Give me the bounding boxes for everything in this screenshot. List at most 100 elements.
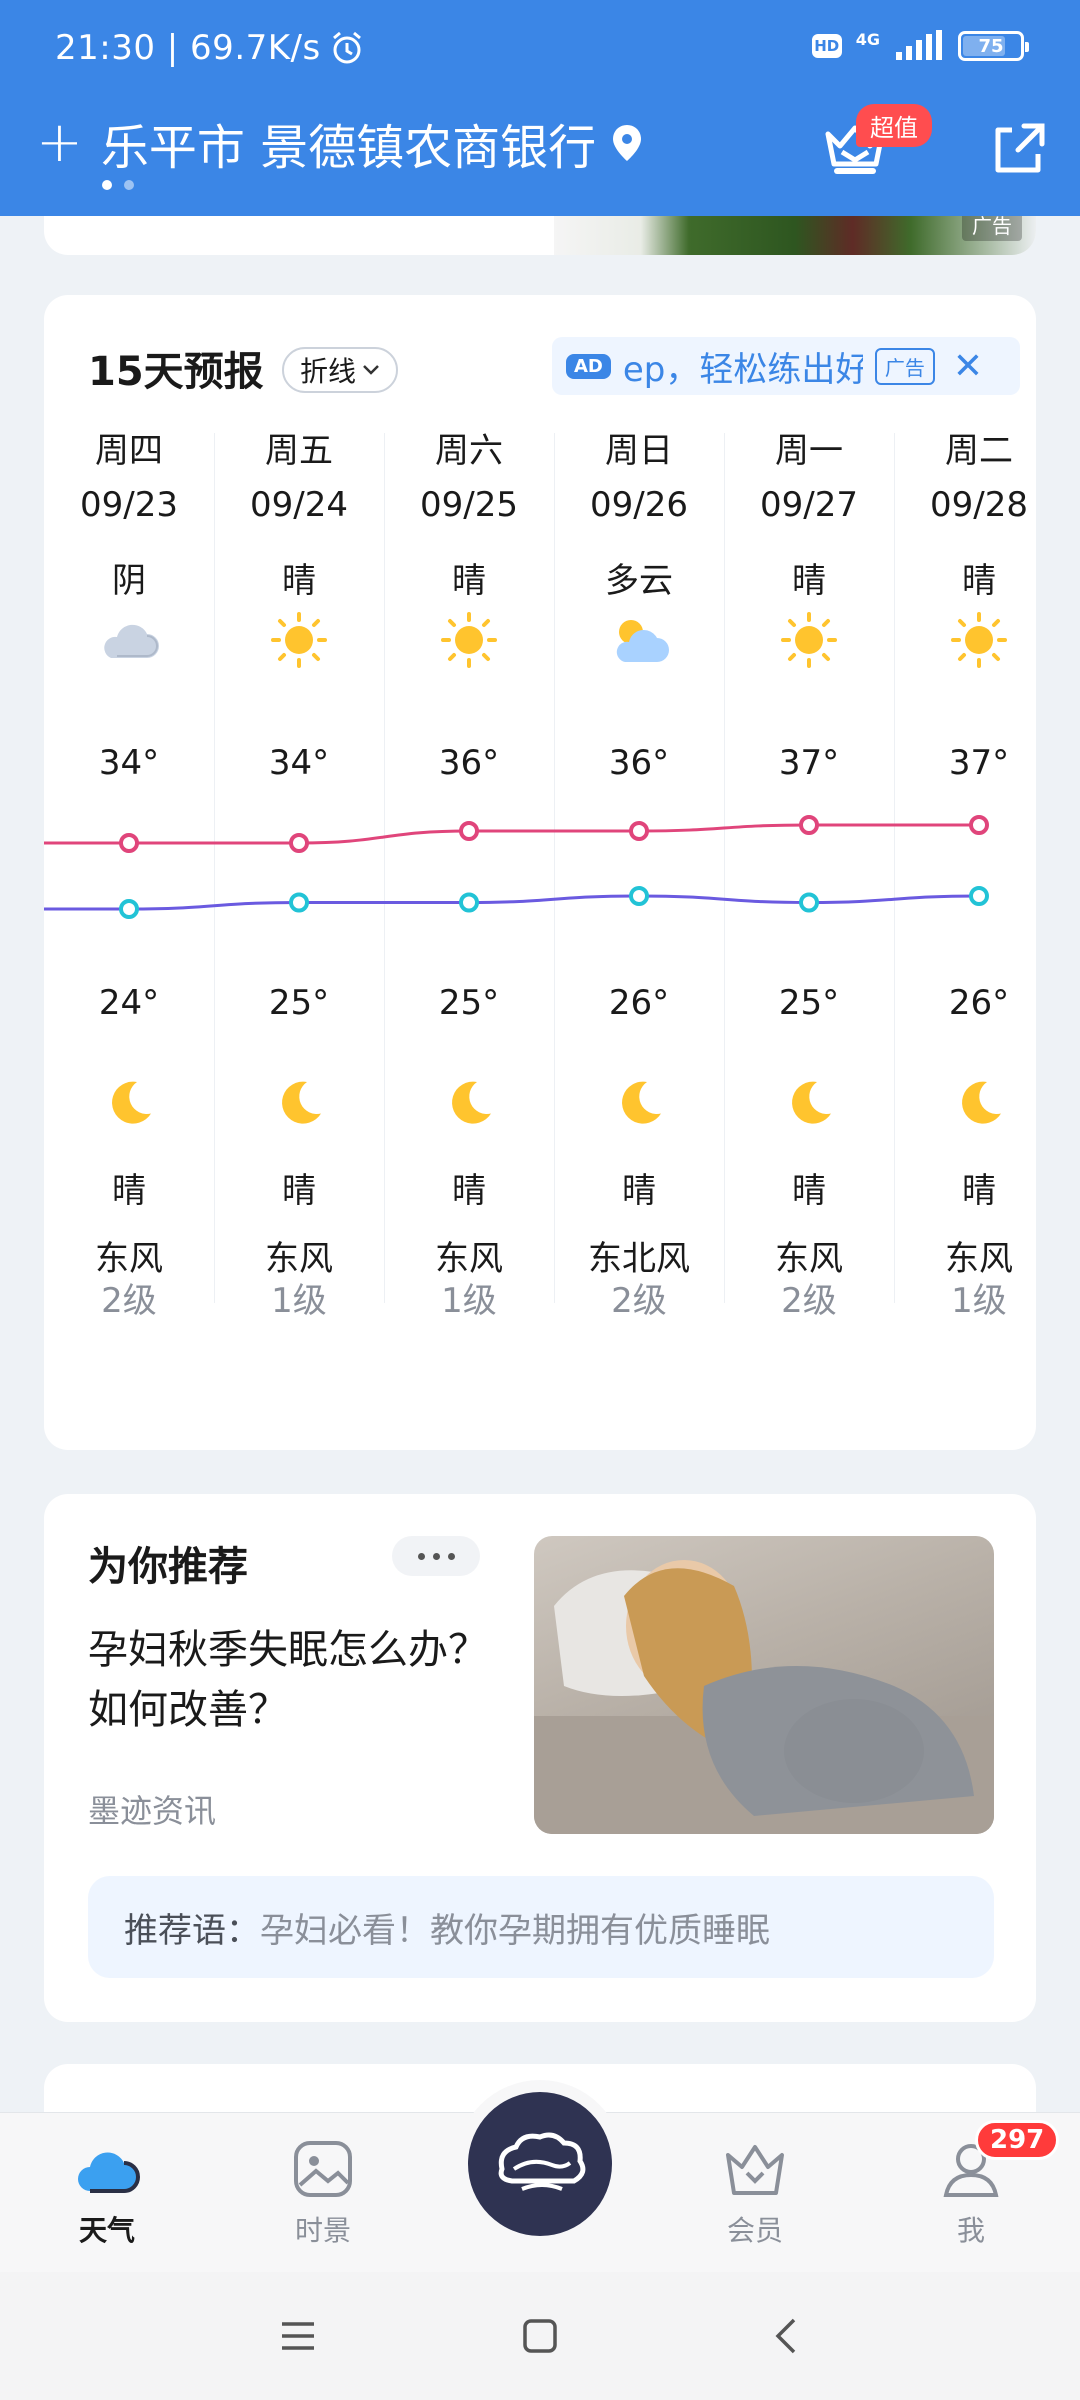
low-temp: 25° xyxy=(778,983,840,1023)
signal-icon xyxy=(896,30,942,60)
moon-icon xyxy=(792,1081,831,1124)
wind-level: 1级 xyxy=(441,1281,497,1321)
forecast-ad-banner[interactable]: AD ep，轻松练出好 广告 ✕ xyxy=(552,337,1020,395)
location-bar[interactable]: + 乐平市 景德镇农商银行 xyxy=(36,108,644,178)
wind-level: 1级 xyxy=(951,1281,1007,1321)
day-condition: 晴 xyxy=(962,561,996,601)
hd-badge: HD xyxy=(811,34,842,58)
wind-level: 2级 xyxy=(611,1281,667,1321)
recommend-quote: 推荐语： 孕妇必看！教你孕期拥有优质睡眠 xyxy=(88,1876,994,1978)
location-name[interactable]: 乐平市 景德镇农商银行 xyxy=(101,108,596,178)
close-icon[interactable]: ✕ xyxy=(953,346,983,387)
high-temp: 37° xyxy=(948,743,1010,783)
tab-scenery-label: 时景 xyxy=(294,2214,351,2247)
tab-me-label: 我 xyxy=(956,2214,985,2247)
image-icon xyxy=(294,2141,352,2197)
high-temp: 34° xyxy=(268,743,330,783)
date: 09/24 xyxy=(250,485,348,525)
notification-badge: 297 xyxy=(975,2120,1060,2160)
day-condition: 多云 xyxy=(605,561,673,601)
low-temp: 24° xyxy=(98,983,160,1023)
menu-icon[interactable] xyxy=(274,2312,322,2360)
weekday: 周四 xyxy=(95,431,163,471)
chart-style-label: 折线 xyxy=(300,355,357,388)
crown-icon xyxy=(726,2145,784,2195)
day-condition: 晴 xyxy=(452,561,486,601)
status-bar-right: HD 4G 75 xyxy=(811,29,1029,62)
tab-weather[interactable]: 天气 xyxy=(37,2137,177,2249)
cloud-icon xyxy=(104,624,159,658)
high-temp: 36° xyxy=(438,743,500,783)
ad-badge: AD xyxy=(566,353,611,379)
cloud-icon xyxy=(78,2152,140,2193)
weekday: 周二 xyxy=(945,431,1013,471)
date: 09/25 xyxy=(420,485,518,525)
city-page-indicator xyxy=(102,180,134,190)
tab-member[interactable]: 会员 xyxy=(685,2137,825,2249)
location-pin-icon xyxy=(613,125,642,161)
forecast-day-2[interactable]: 周六 09/25 晴 36° 25° 晴东风 1级 xyxy=(384,423,555,1321)
weekday: 周日 xyxy=(605,431,673,471)
quote-label: 推荐语： xyxy=(124,1910,260,1951)
quote-text: 孕妇必看！教你孕期拥有优质睡眠 xyxy=(260,1910,770,1951)
wind-level: 2级 xyxy=(781,1281,837,1321)
status-bar-left: 21:30 | 69.7K/s xyxy=(55,28,365,68)
weekday: 周六 xyxy=(435,431,503,471)
chevron-down-icon xyxy=(363,365,379,375)
forecast-title: 15天预报 xyxy=(88,349,264,395)
night-condition: 晴 xyxy=(622,1171,656,1211)
tab-scenery[interactable]: 时景 xyxy=(253,2137,393,2249)
chart-style-toggle[interactable]: 折线 xyxy=(282,347,399,393)
date: 09/27 xyxy=(760,485,858,525)
forecast-day-3[interactable]: 周日 09/26 多云 36° 26° 晴东北风 2级 xyxy=(554,423,725,1321)
sun-icon xyxy=(951,612,1007,668)
wind-level: 2级 xyxy=(101,1281,157,1321)
sun-icon xyxy=(781,612,837,668)
high-temp: 34° xyxy=(98,743,160,783)
moon-icon xyxy=(112,1081,151,1124)
low-temp: 26° xyxy=(608,983,670,1023)
weekday: 周五 xyxy=(265,431,333,471)
app-header: 21:30 | 69.7K/s HD 4G 75 + 乐平市 景德镇农商银行 超… xyxy=(0,0,1080,216)
vip-promo-badge[interactable]: 超值 xyxy=(856,104,932,147)
moon-icon xyxy=(282,1081,321,1124)
article-source: 墨迹资讯 xyxy=(88,1792,217,1830)
high-temp: 36° xyxy=(608,743,670,783)
recommend-title: 为你推荐 xyxy=(88,1544,248,1590)
date: 09/26 xyxy=(590,485,688,525)
alarm-icon xyxy=(332,31,361,64)
night-condition: 晴 xyxy=(962,1171,996,1211)
add-city-icon[interactable]: + xyxy=(36,115,83,171)
date: 09/28 xyxy=(930,485,1028,525)
moon-icon xyxy=(452,1081,491,1124)
ad-label: 广告 xyxy=(874,347,935,385)
more-options-button[interactable] xyxy=(392,1536,480,1576)
forecast-day-0[interactable]: 周四 09/23 阴 34° 24° 晴东风 2级 xyxy=(44,423,215,1321)
recommend-card[interactable]: 为你推荐 孕妇秋季失眠怎么办？如何改善？ 墨迹资讯 推荐语： 孕妇必看！教你孕期… xyxy=(44,1494,1036,2022)
high-temp: 37° xyxy=(778,743,840,783)
moon-icon xyxy=(622,1081,661,1124)
article-image[interactable] xyxy=(534,1536,994,1834)
moon-icon xyxy=(962,1081,1001,1124)
forecast-day-4[interactable]: 周一 09/27 晴 37° 25° 晴东风 2级 xyxy=(724,423,895,1321)
status-time-speed: 21:30 | 69.7K/s xyxy=(55,28,321,68)
forecast-day-5[interactable]: 周二 09/28 晴 37° 26° 晴东风 1级 xyxy=(894,423,1064,1321)
home-icon[interactable] xyxy=(516,2312,564,2360)
tab-member-label: 会员 xyxy=(726,2214,783,2247)
article-headline[interactable]: 孕妇秋季失眠怎么办？如何改善？ xyxy=(88,1620,508,1740)
back-icon[interactable] xyxy=(764,2312,812,2360)
share-icon[interactable] xyxy=(988,118,1048,178)
partly-cloudy-icon xyxy=(616,620,669,662)
forecast-day-1[interactable]: 周五 09/24 晴 34° 25° 晴东风 1级 xyxy=(214,423,385,1321)
night-condition: 晴 xyxy=(112,1171,146,1211)
network-label: 4G xyxy=(855,29,880,49)
night-condition: 晴 xyxy=(452,1171,486,1211)
forecast-columns: 周四 09/23 阴 34° 24° 晴东风 2级 周五 09/24 晴 34° 25° 晴东风 1级 周六… xyxy=(44,423,1036,1321)
center-logo-button[interactable] xyxy=(468,2092,612,2236)
day-condition: 晴 xyxy=(282,561,316,601)
night-condition: 晴 xyxy=(792,1171,826,1211)
day-condition: 阴 xyxy=(112,561,146,601)
ad-text[interactable]: ep，轻松练出好 xyxy=(623,342,863,391)
moji-logo-icon xyxy=(498,2132,586,2191)
sun-icon xyxy=(271,612,327,668)
